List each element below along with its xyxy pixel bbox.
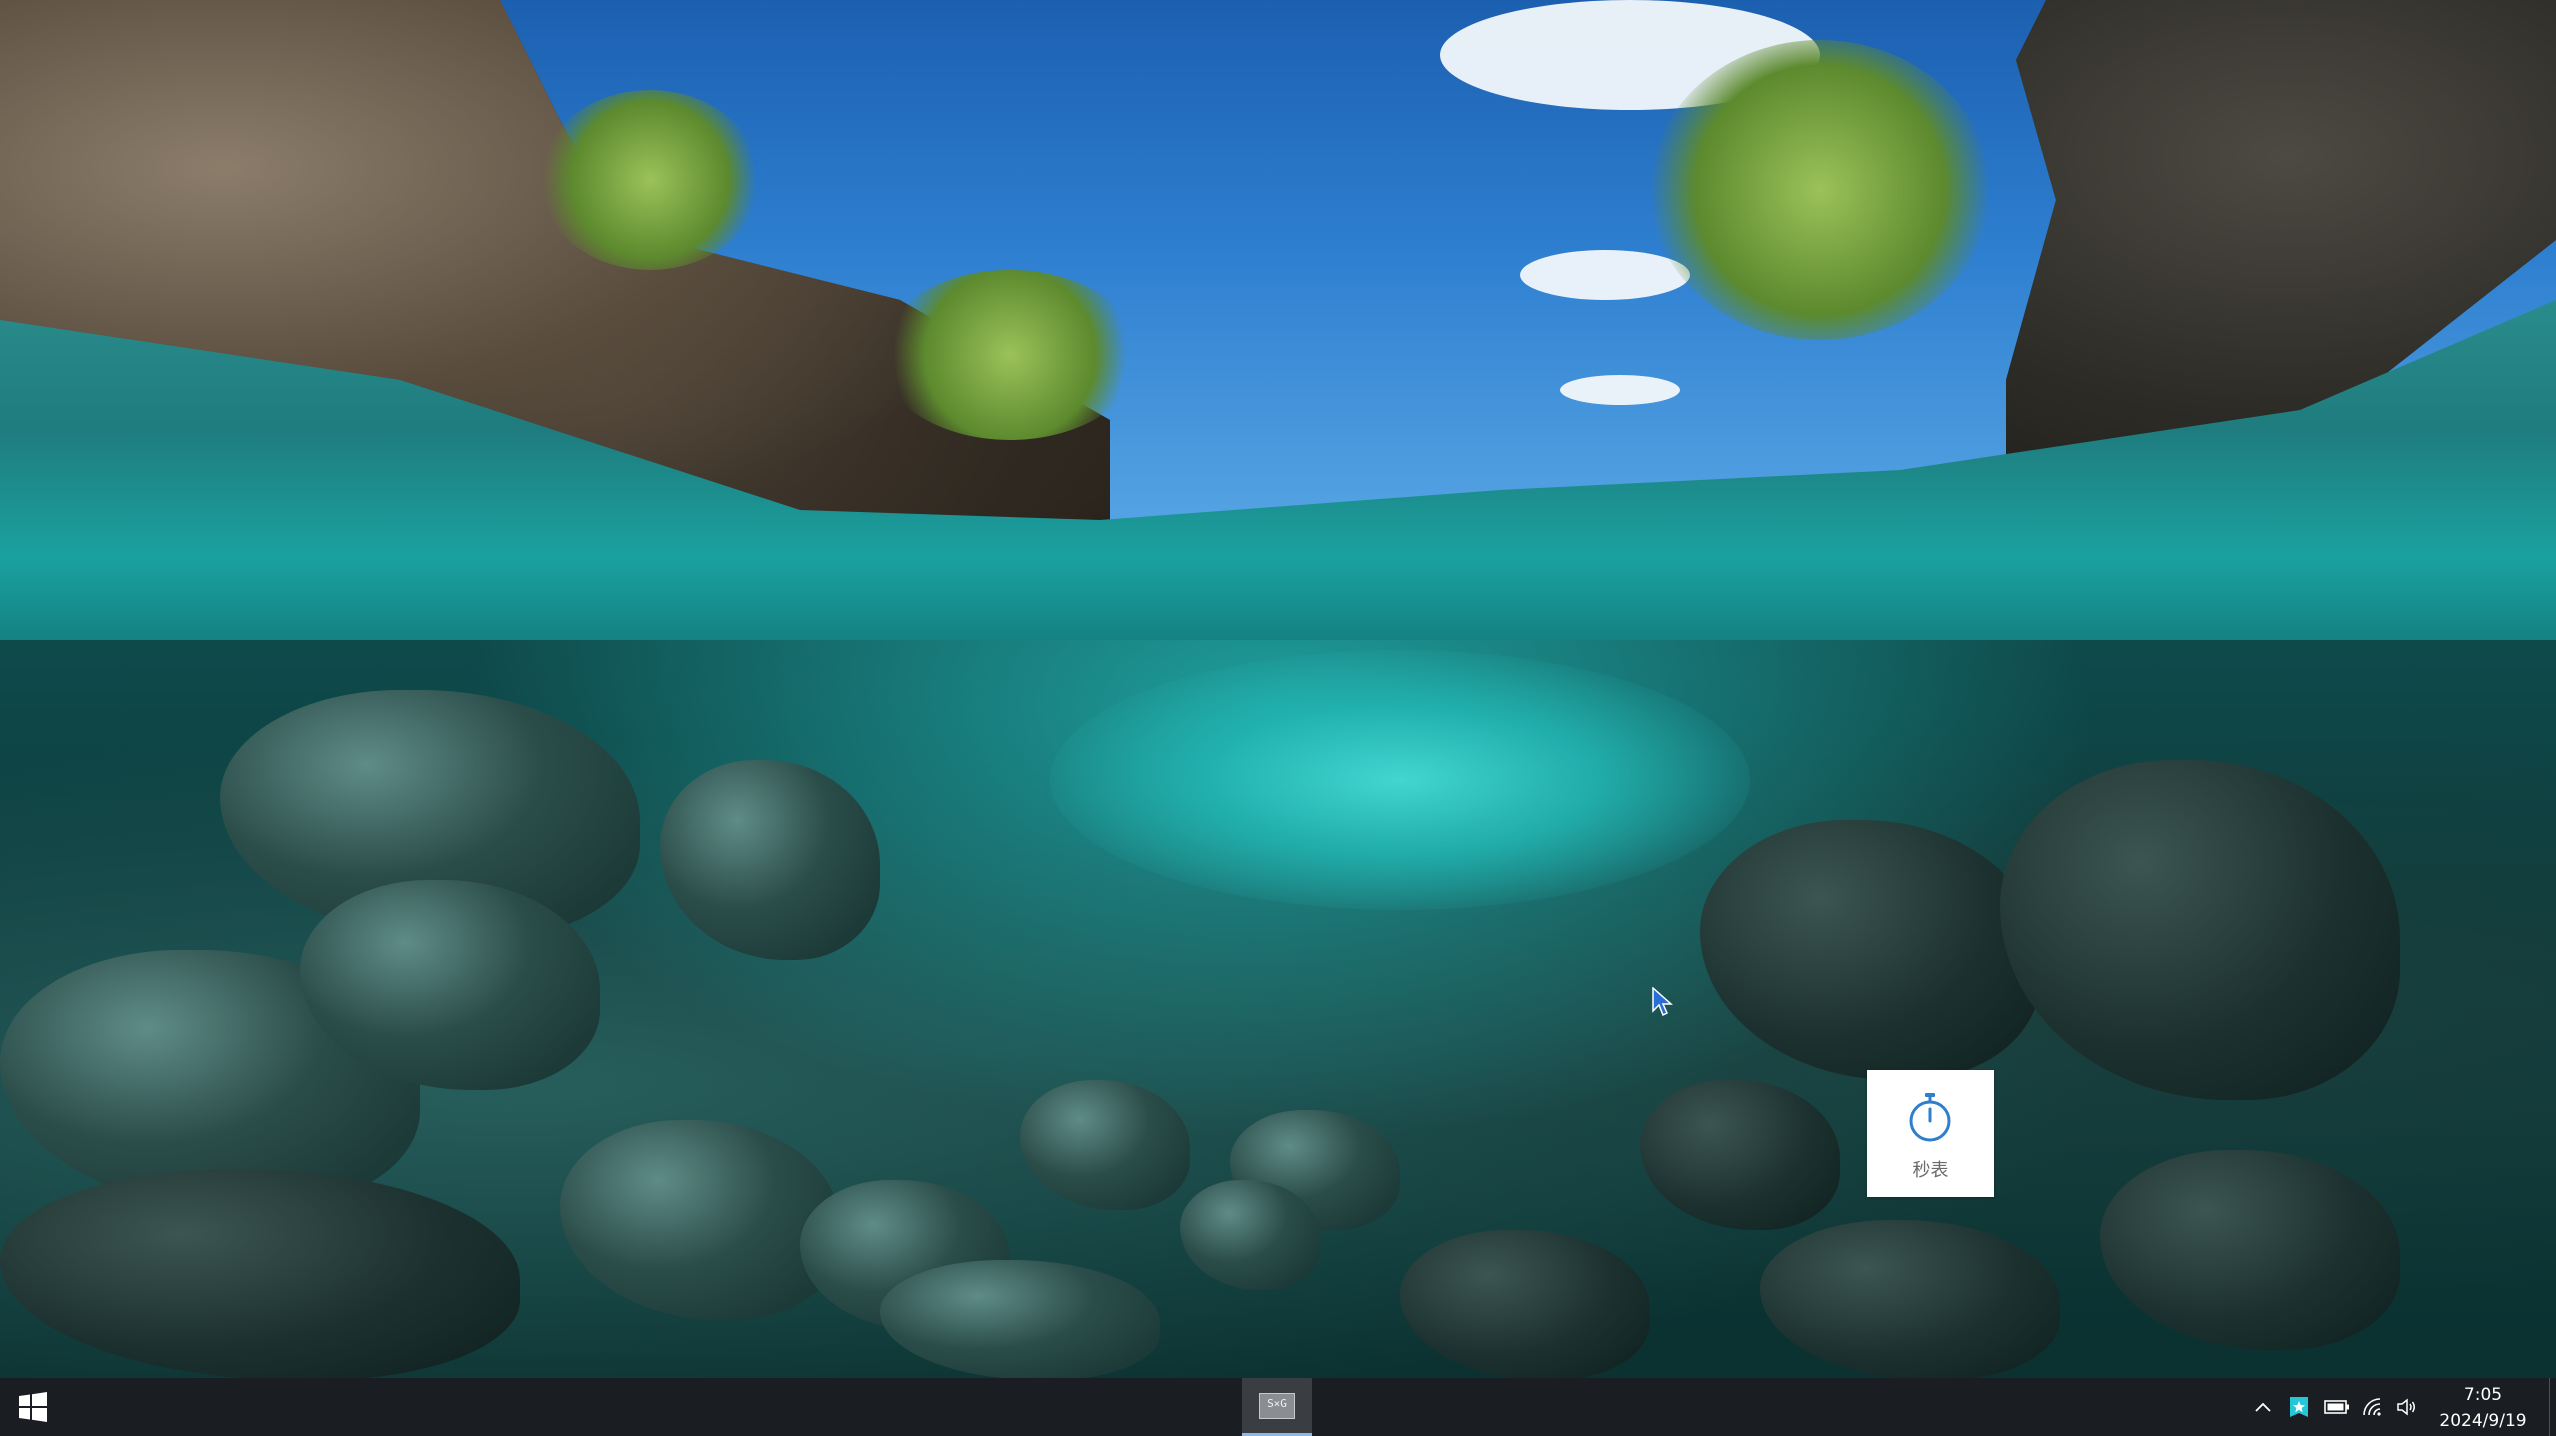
start-button[interactable] bbox=[0, 1378, 66, 1436]
volume-icon bbox=[2397, 1398, 2415, 1416]
battery-icon bbox=[2324, 1400, 2349, 1414]
pinned-star-app-icon bbox=[2290, 1397, 2308, 1417]
stopwatch-label: 秒表 bbox=[1912, 1160, 1949, 1181]
wifi-icon bbox=[2363, 1398, 2381, 1416]
desktop-wallpaper bbox=[0, 0, 2556, 1378]
battery-button[interactable] bbox=[2320, 1378, 2354, 1436]
taskbar-running-app[interactable]: S×G bbox=[1242, 1378, 1312, 1436]
volume-button[interactable] bbox=[2392, 1378, 2422, 1436]
network-button[interactable] bbox=[2358, 1378, 2388, 1436]
tray-overflow-button[interactable] bbox=[2250, 1378, 2276, 1436]
underwater-light bbox=[1050, 650, 1750, 910]
tray-app-button[interactable] bbox=[2284, 1378, 2314, 1436]
clock-date: 2024/9/19 bbox=[2439, 1411, 2527, 1431]
stopwatch-tile[interactable]: 秒表 bbox=[1867, 1070, 1994, 1197]
tree bbox=[1650, 40, 1990, 340]
app-thumb-text: S×G bbox=[1267, 1396, 1287, 1410]
taskbar: S×G 7:05 2024/9/19 bbox=[0, 1378, 2556, 1436]
clock-time: 7:05 bbox=[2463, 1385, 2503, 1405]
mouse-cursor-icon bbox=[1652, 987, 1673, 1017]
chevron-up-icon bbox=[2255, 1402, 2271, 1412]
tree bbox=[540, 90, 760, 270]
taskbar-clock[interactable]: 7:05 2024/9/19 bbox=[2428, 1378, 2538, 1436]
app-window-icon: S×G bbox=[1259, 1392, 1295, 1419]
show-desktop-button[interactable] bbox=[2549, 1378, 2556, 1436]
windows-logo-icon bbox=[19, 1392, 47, 1422]
stopwatch-icon bbox=[1909, 1093, 1951, 1142]
cloud bbox=[1520, 250, 1690, 300]
cloud bbox=[1560, 375, 1680, 405]
tree bbox=[880, 270, 1140, 440]
